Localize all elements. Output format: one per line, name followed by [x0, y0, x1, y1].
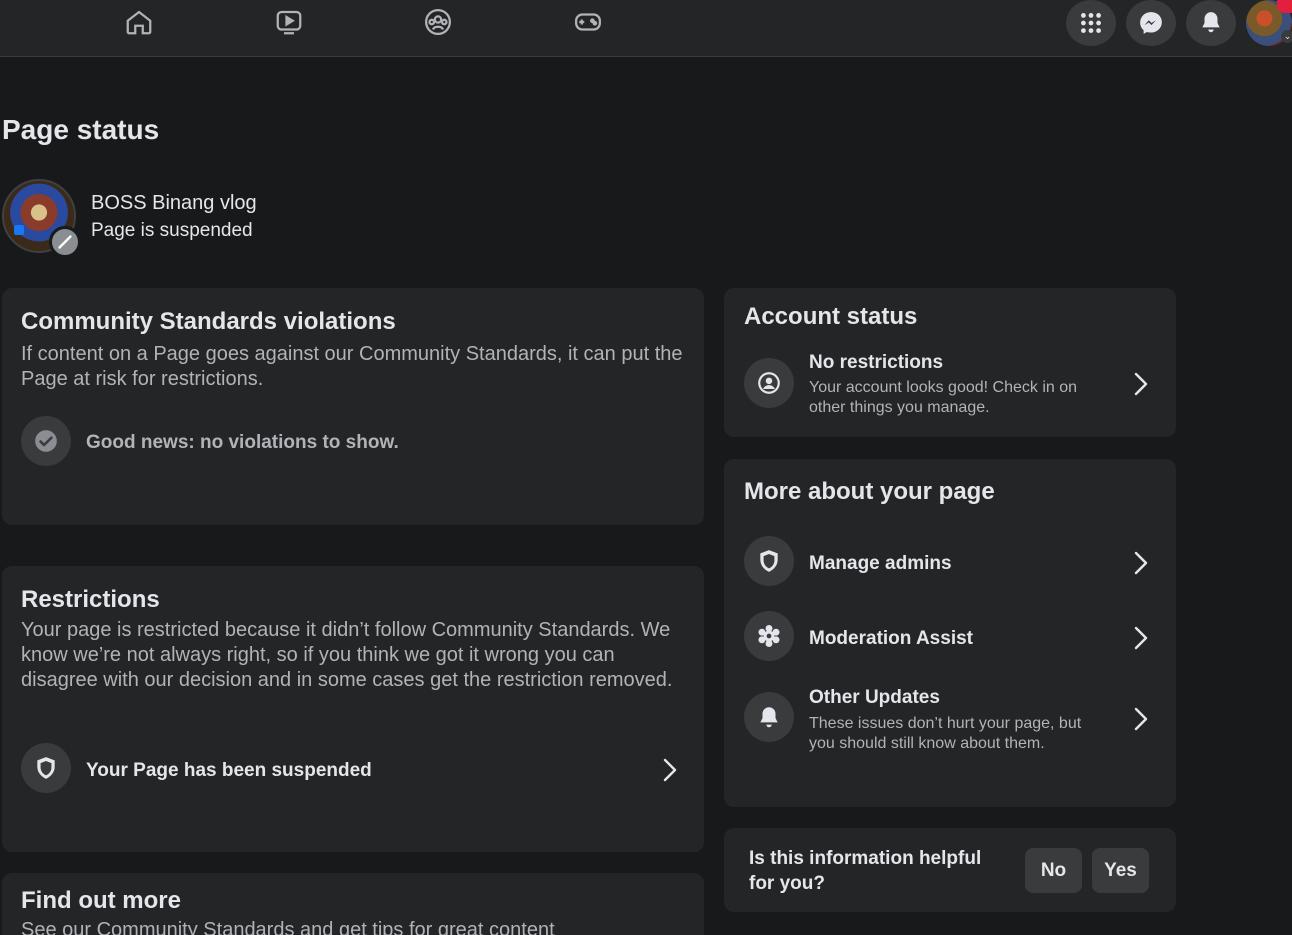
facebook-logo-icon: [14, 225, 24, 235]
feedback-card: Is this information helpful for you? No …: [724, 828, 1176, 912]
restrictions-description: Your page is restricted because it didn’…: [21, 619, 673, 691]
other-updates-item[interactable]: Other Updates: [809, 687, 940, 709]
manage-admins-item[interactable]: Manage admins: [809, 553, 952, 575]
feedback-question: Is this information helpful for you?: [749, 848, 982, 894]
page-status-text: Page is suspended: [91, 220, 253, 241]
violations-card: Community Standards violations If conten…: [2, 288, 704, 525]
checkmark-icon: [21, 416, 71, 466]
moderation-assist-item[interactable]: Moderation Assist: [809, 628, 973, 650]
find-out-more-card: Find out more See our Community Standard…: [2, 873, 704, 935]
chevron-down-icon[interactable]: ⌄: [1281, 30, 1292, 43]
notification-dot: [1277, 0, 1292, 13]
page-suspended-item[interactable]: Your Page has been suspended: [86, 760, 372, 782]
groups-icon[interactable]: [418, 2, 458, 42]
yes-button[interactable]: Yes: [1092, 848, 1149, 893]
page-name[interactable]: BOSS Binang vlog: [91, 192, 257, 215]
restrictions-card: Restrictions Your page is restricted bec…: [2, 566, 704, 852]
bell-icon[interactable]: [1186, 0, 1236, 46]
no-restrictions-label[interactable]: No restrictions: [809, 352, 943, 374]
no-violations-message: Good news: no violations to show.: [86, 432, 399, 453]
bell-icon: [744, 692, 794, 742]
find-out-more-title: Find out more: [21, 887, 181, 914]
restrictions-title: Restrictions: [21, 586, 160, 613]
moderation-gear-icon: [744, 611, 794, 661]
gaming-icon[interactable]: [568, 2, 608, 42]
chevron-right-icon[interactable]: [1133, 706, 1149, 732]
violations-description: If content on a Page goes against our Co…: [21, 343, 683, 390]
shield-icon: [744, 536, 794, 586]
chevron-right-icon[interactable]: [1133, 625, 1149, 651]
violations-title: Community Standards violations: [21, 308, 396, 335]
more-about-title: More about your page: [744, 478, 995, 505]
account-status-description: Your account looks good! Check in on oth…: [809, 379, 1078, 416]
account-status-title: Account status: [744, 303, 918, 330]
find-out-more-description: See our Community Standards and get tips…: [21, 919, 555, 935]
top-navigation-bar: ⌄: [0, 0, 1292, 57]
watch-icon[interactable]: [269, 2, 309, 42]
chevron-right-icon[interactable]: [1133, 550, 1149, 576]
no-button[interactable]: No: [1025, 848, 1082, 893]
more-about-page-card: More about your page Manage admins Moder…: [724, 459, 1176, 807]
account-status-card: Account status No restrictions Your acco…: [724, 288, 1176, 437]
chevron-right-icon[interactable]: [1133, 371, 1149, 397]
chevron-right-icon[interactable]: [662, 757, 678, 783]
shield-icon: [21, 743, 71, 793]
suspended-badge-icon: [49, 226, 81, 258]
page-title: Page status: [2, 114, 160, 145]
home-icon[interactable]: [119, 2, 159, 42]
profile-icon: [744, 358, 794, 408]
messenger-icon[interactable]: [1126, 0, 1176, 46]
other-updates-description: These issues don’t hurt your page, but y…: [809, 715, 1082, 752]
menu-grid-icon[interactable]: [1066, 0, 1116, 46]
